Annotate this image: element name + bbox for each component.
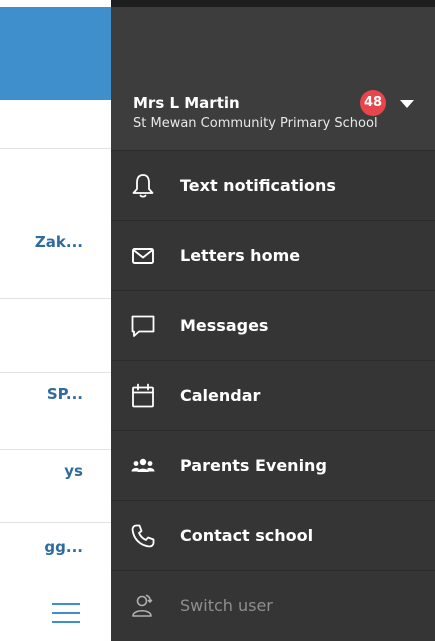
menu-item-contact-school[interactable]: Contact school <box>111 500 435 570</box>
school-name: St Mewan Community Primary School <box>133 116 378 131</box>
list-item[interactable]: SP... <box>0 385 111 403</box>
chat-bubble-icon <box>129 312 157 340</box>
menu-item-text-notifications[interactable]: Text notifications <box>111 150 435 220</box>
navigation-drawer: Mrs L Martin 48 St Mewan Community Prima… <box>111 0 435 641</box>
app-screen: Zak... SP... ys gg... Mrs L Martin 48 St… <box>0 0 435 641</box>
menu-item-label: Contact school <box>180 526 314 545</box>
list-divider <box>0 449 111 450</box>
menu-item-label: Letters home <box>180 246 301 265</box>
menu-item-label: Calendar <box>180 386 261 405</box>
menu-item-label: Switch user <box>180 596 273 615</box>
list-divider <box>0 298 111 299</box>
phone-icon <box>129 522 157 550</box>
background-content: Zak... SP... ys gg... <box>0 0 111 641</box>
chevron-down-icon[interactable] <box>397 96 417 110</box>
menu-item-label: Text notifications <box>180 176 336 195</box>
hamburger-menu-icon[interactable] <box>52 602 80 624</box>
bell-icon <box>129 172 157 200</box>
menu-item-label: Parents Evening <box>180 456 327 475</box>
switch-user-icon <box>129 592 157 620</box>
people-icon <box>129 452 157 480</box>
envelope-icon <box>129 242 157 270</box>
account-switcher[interactable]: Mrs L Martin 48 St Mewan Community Prima… <box>111 7 435 150</box>
menu-item-parents-evening[interactable]: Parents Evening <box>111 430 435 500</box>
account-name: Mrs L Martin <box>133 94 240 112</box>
list-divider <box>0 522 111 523</box>
menu-item-letters-home[interactable]: Letters home <box>111 220 435 290</box>
list-item[interactable]: gg... <box>0 538 111 556</box>
notification-count-badge: 48 <box>360 90 386 116</box>
list-item[interactable]: Zak... <box>0 233 111 251</box>
calendar-icon <box>129 382 157 410</box>
list-divider <box>0 372 111 373</box>
menu-item-messages[interactable]: Messages <box>111 290 435 360</box>
menu-item-label: Messages <box>180 316 269 335</box>
list-item[interactable]: ys <box>0 462 111 480</box>
background-header-bar <box>0 7 111 100</box>
menu-item-calendar[interactable]: Calendar <box>111 360 435 430</box>
menu-item-switch-user[interactable]: Switch user <box>111 570 435 640</box>
list-divider <box>0 148 111 149</box>
drawer-top-edge <box>111 0 435 7</box>
